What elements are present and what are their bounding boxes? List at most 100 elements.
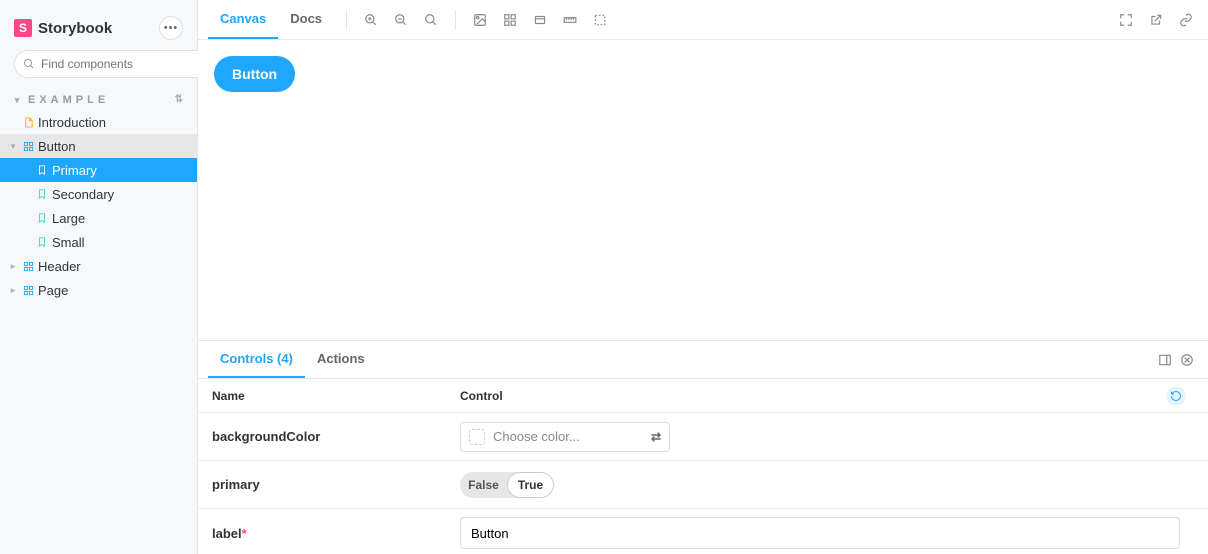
image-icon bbox=[473, 13, 487, 27]
tree: Introduction ▾ Button Primary Secondary bbox=[0, 110, 197, 302]
zoom-reset-button[interactable] bbox=[419, 8, 443, 32]
zoom-reset-icon bbox=[424, 13, 438, 27]
tree-item-large[interactable]: Large bbox=[0, 206, 197, 230]
zoom-out-icon bbox=[394, 13, 408, 27]
tab-canvas[interactable]: Canvas bbox=[208, 0, 278, 39]
color-picker[interactable]: Choose color... ⇄ bbox=[460, 422, 670, 452]
control-row-backgroundcolor: backgroundColor Choose color... ⇄ bbox=[198, 413, 1208, 461]
caret-right-icon: ▸ bbox=[8, 285, 18, 296]
search-input[interactable] bbox=[41, 57, 196, 71]
background-button[interactable] bbox=[468, 8, 492, 32]
outline-button[interactable] bbox=[588, 8, 612, 32]
separator bbox=[455, 10, 456, 30]
fullscreen-button[interactable] bbox=[1114, 8, 1138, 32]
tab-controls[interactable]: Controls (4) bbox=[208, 341, 305, 378]
ruler-icon bbox=[563, 13, 577, 27]
tree-item-button[interactable]: ▾ Button bbox=[0, 134, 197, 158]
tree-label: Large bbox=[52, 211, 85, 226]
tree-item-small[interactable]: Small bbox=[0, 230, 197, 254]
bookmark-icon bbox=[36, 212, 48, 224]
refresh-icon bbox=[1170, 390, 1182, 402]
controls-table-header: Name Control bbox=[198, 379, 1208, 413]
outline-icon bbox=[593, 13, 607, 27]
control-row-primary: primary False True bbox=[198, 461, 1208, 509]
component-icon bbox=[22, 284, 34, 296]
control-row-label: label* bbox=[198, 509, 1208, 554]
column-name: Name bbox=[212, 389, 460, 403]
sort-icon[interactable]: ⇅ bbox=[175, 96, 183, 104]
required-marker: * bbox=[242, 526, 247, 541]
brand-row: S Storybook ••• bbox=[0, 12, 197, 50]
sidebar: S Storybook ••• / ▾ EXAMPLE ⇅ Introducti… bbox=[0, 0, 198, 554]
addons-tabs: Controls (4) Actions bbox=[208, 341, 377, 378]
search-wrap: / bbox=[0, 50, 197, 90]
tree-item-introduction[interactable]: Introduction bbox=[0, 110, 197, 134]
link-icon bbox=[1179, 13, 1193, 27]
caret-down-icon: ▾ bbox=[14, 95, 24, 106]
toolbar: Canvas Docs bbox=[198, 0, 1208, 40]
open-new-tab-button[interactable] bbox=[1144, 8, 1168, 32]
zoom-out-button[interactable] bbox=[389, 8, 413, 32]
bookmark-icon bbox=[36, 164, 48, 176]
preview-button[interactable]: Button bbox=[214, 56, 295, 92]
copy-link-button[interactable] bbox=[1174, 8, 1198, 32]
toggle-false[interactable]: False bbox=[460, 472, 507, 498]
color-swatch-icon bbox=[469, 429, 485, 445]
tree-label: Small bbox=[52, 235, 85, 250]
control-name: label* bbox=[212, 526, 460, 541]
change-orientation-button[interactable] bbox=[1154, 349, 1176, 371]
tree-label: Page bbox=[38, 283, 68, 298]
addons-panel: Controls (4) Actions Name Control backgr bbox=[198, 340, 1208, 554]
storybook-logo-icon: S bbox=[14, 19, 32, 37]
tree-item-secondary[interactable]: Secondary bbox=[0, 182, 197, 206]
sidebar-menu-button[interactable]: ••• bbox=[159, 16, 183, 40]
reset-controls-button[interactable] bbox=[1166, 386, 1186, 406]
zoom-in-icon bbox=[364, 13, 378, 27]
section-title: EXAMPLE bbox=[28, 94, 109, 106]
separator bbox=[346, 10, 347, 30]
tree-label: Button bbox=[38, 139, 76, 154]
tree-item-primary[interactable]: Primary bbox=[0, 158, 197, 182]
fullscreen-icon bbox=[1119, 13, 1133, 27]
zoom-in-button[interactable] bbox=[359, 8, 383, 32]
tree-label: Header bbox=[38, 259, 81, 274]
section-header[interactable]: ▾ EXAMPLE ⇅ bbox=[0, 90, 197, 110]
ellipsis-icon: ••• bbox=[164, 22, 179, 34]
color-placeholder: Choose color... bbox=[493, 429, 580, 444]
caret-down-icon: ▾ bbox=[8, 141, 18, 152]
component-icon bbox=[22, 260, 34, 272]
brand[interactable]: S Storybook bbox=[14, 19, 112, 37]
external-link-icon bbox=[1149, 13, 1163, 27]
measure-button[interactable] bbox=[558, 8, 582, 32]
label-input[interactable] bbox=[460, 517, 1180, 549]
search-icon bbox=[23, 58, 35, 70]
column-control: Control bbox=[460, 386, 1194, 406]
tab-actions[interactable]: Actions bbox=[305, 341, 377, 378]
bookmark-icon bbox=[36, 188, 48, 200]
toolbar-tabs: Canvas Docs bbox=[208, 0, 334, 39]
toggle-true[interactable]: True bbox=[507, 472, 554, 498]
hide-addons-button[interactable] bbox=[1176, 349, 1198, 371]
bookmark-icon bbox=[36, 236, 48, 248]
control-name: primary bbox=[212, 477, 460, 492]
grid-button[interactable] bbox=[498, 8, 522, 32]
grid-icon bbox=[503, 13, 517, 27]
tab-docs[interactable]: Docs bbox=[278, 0, 334, 39]
canvas: Button bbox=[198, 40, 1208, 340]
tree-item-header[interactable]: ▸ Header bbox=[0, 254, 197, 278]
controls-body: backgroundColor Choose color... ⇄ primar… bbox=[198, 413, 1208, 554]
swap-icon[interactable]: ⇄ bbox=[651, 430, 661, 444]
tree-item-page[interactable]: ▸ Page bbox=[0, 278, 197, 302]
boolean-toggle[interactable]: False True bbox=[460, 472, 554, 498]
tree-label: Primary bbox=[52, 163, 97, 178]
brand-name: Storybook bbox=[38, 20, 112, 37]
viewport-button[interactable] bbox=[528, 8, 552, 32]
main: Canvas Docs bbox=[198, 0, 1208, 554]
component-icon bbox=[22, 140, 34, 152]
tree-label: Introduction bbox=[38, 115, 106, 130]
search-box[interactable]: / bbox=[14, 50, 223, 78]
tree-label: Secondary bbox=[52, 187, 114, 202]
viewport-icon bbox=[533, 13, 547, 27]
caret-right-icon: ▸ bbox=[8, 261, 18, 272]
close-circle-icon bbox=[1180, 353, 1194, 367]
